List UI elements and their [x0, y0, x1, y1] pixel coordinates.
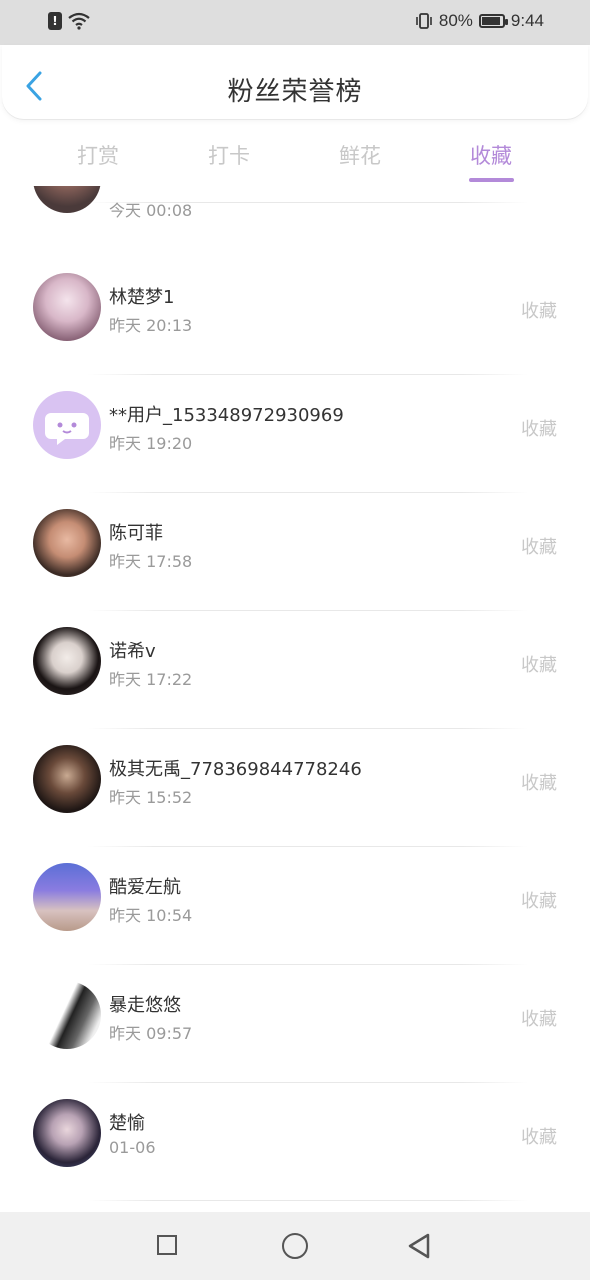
list-item-name: 诺希v [109, 641, 156, 662]
avatar-photo-icon [33, 627, 101, 695]
list-item-name: 林楚梦1 [109, 287, 175, 308]
status-right: 80% 9:44 [415, 11, 544, 31]
battery-icon [478, 14, 508, 28]
recents-button[interactable] [157, 1235, 177, 1255]
tab-active-indicator [469, 178, 514, 182]
tab-checkin[interactable]: 打卡 [189, 140, 269, 170]
avatar-photo-icon [33, 186, 101, 213]
list-item-action: 收藏 [521, 537, 557, 558]
list-item-time: 昨天 20:13 [109, 316, 193, 335]
avatar-photo-icon [33, 1099, 101, 1167]
page-title: 粉丝荣誉榜 [227, 77, 363, 107]
tab-favorites[interactable]: 收藏 [451, 140, 531, 170]
wifi-icon [68, 12, 90, 30]
status-bar: ! 80% 9:44 [0, 0, 590, 45]
list-item[interactable]: 极其无禹_778369844778246 昨天 15:52 收藏 [0, 728, 590, 846]
system-nav-bar [0, 1212, 590, 1280]
list-item-action: 收藏 [521, 891, 557, 912]
list-item-time: 今天 00:08 [109, 201, 193, 220]
list-item-name: 酷爱左航 [109, 877, 181, 898]
list-item-time: 01-06 [109, 1138, 156, 1157]
list-item[interactable]: 林楚梦1 昨天 20:13 收藏 [0, 256, 590, 374]
divider [88, 202, 528, 203]
tab-flowers[interactable]: 鲜花 [320, 140, 400, 170]
list-item-name: 极其无禹_778369844778246 [109, 759, 362, 780]
list-item-time: 昨天 19:20 [109, 434, 193, 453]
list-item-action: 收藏 [521, 655, 557, 676]
list-item[interactable]: 楚愉 01-06 收藏 [0, 1082, 590, 1200]
avatar-photo-icon [33, 863, 101, 931]
list-item[interactable]: 暴走悠悠 昨天 09:57 收藏 [0, 964, 590, 1082]
list-item-time: 昨天 15:52 [109, 788, 193, 807]
battery-percent: 80% [438, 11, 473, 30]
list-item-name: 暴走悠悠 [109, 995, 181, 1016]
list-item[interactable]: **用户_15334897293096​9 昨天 19:20 收藏 [0, 374, 590, 492]
app-header: 粉丝荣誉榜 [2, 45, 588, 119]
divider [88, 1200, 528, 1201]
list-item[interactable]: 诺希v 昨天 17:22 收藏 [0, 610, 590, 728]
list-item-action: 收藏 [521, 419, 557, 440]
tab-bar: 打赏 打卡 鲜花 收藏 [0, 130, 590, 186]
list-item-action: 收藏 [521, 773, 557, 794]
fan-list: 今天 00:08 林楚梦1 昨天 20:13 收藏 **用户_153348972… [0, 186, 590, 1212]
list-item-action: 收藏 [521, 1009, 557, 1030]
list-item-time: 昨天 09:57 [109, 1024, 193, 1043]
vibrate-icon [416, 13, 432, 29]
list-item-time: 昨天 17:58 [109, 552, 193, 571]
list-item-partial[interactable]: 今天 00:08 [0, 186, 590, 224]
alert-icon: ! [48, 12, 62, 30]
list-item-name: 陈可菲 [109, 523, 163, 544]
list-item-time: 昨天 10:54 [109, 906, 193, 925]
status-left: ! [48, 12, 90, 30]
home-button[interactable] [282, 1233, 308, 1259]
avatar-bw-icon [33, 981, 101, 1049]
list-item-time: 昨天 17:22 [109, 670, 193, 689]
avatar-photo-icon [33, 509, 101, 577]
list-item-name: **用户_15334897293096​9 [109, 405, 344, 426]
list-item-action: 收藏 [521, 1127, 557, 1148]
avatar-illustration-icon [33, 273, 101, 341]
back-triangle-icon[interactable] [406, 1232, 432, 1260]
list-item-name: 楚愉 [109, 1113, 145, 1134]
avatar-anime-icon [33, 745, 101, 813]
battery-fill [481, 17, 500, 25]
default-chat-avatar-icon [33, 391, 101, 459]
list-item[interactable]: 陈可菲 昨天 17:58 收藏 [0, 492, 590, 610]
chat-bubble-icon [45, 413, 89, 445]
clock: 9:44 [510, 11, 544, 30]
list-item-action: 收藏 [521, 301, 557, 322]
tab-reward[interactable]: 打赏 [58, 140, 138, 170]
list-item[interactable]: 酷爱左航 昨天 10:54 收藏 [0, 846, 590, 964]
